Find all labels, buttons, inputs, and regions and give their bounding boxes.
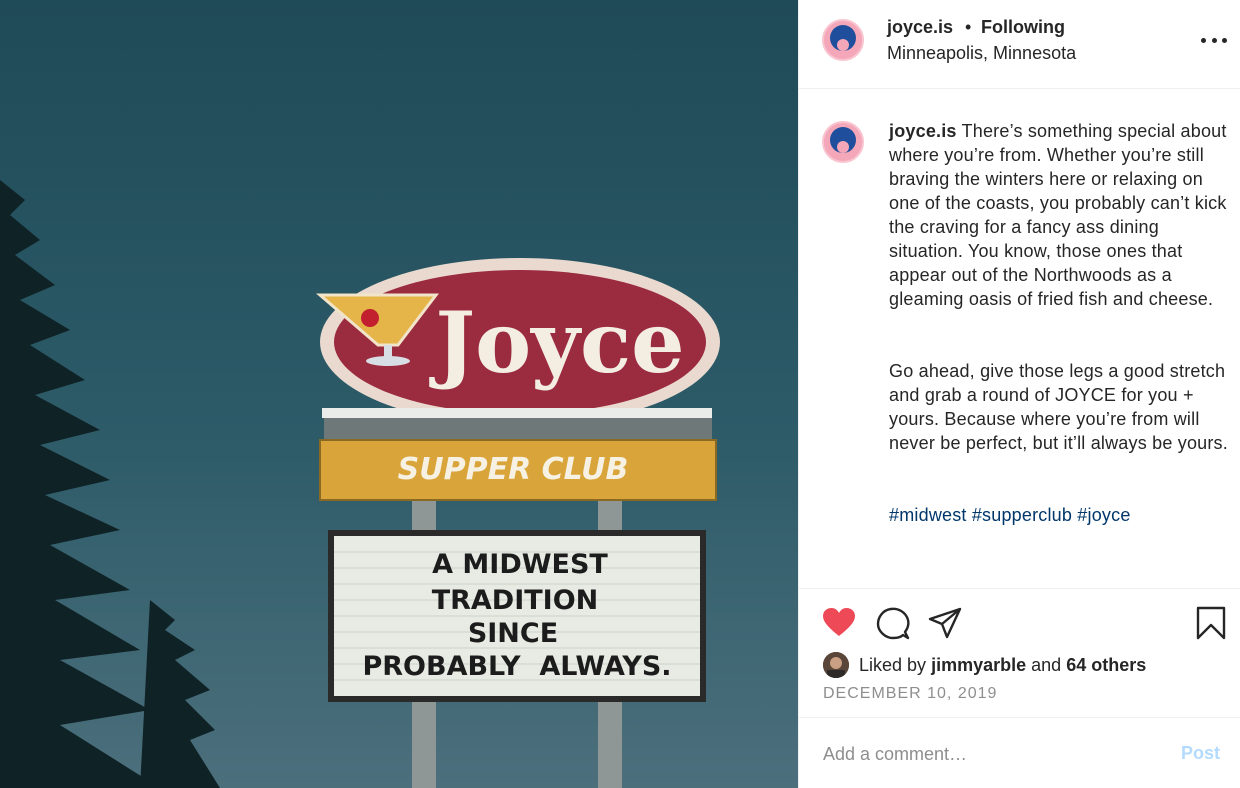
sign-sub-text: SUPPER CLUB [398, 452, 629, 487]
supper-club-sign-image: Joyce SUPPER CLUB A MIDWEST TRADITION SI… [0, 0, 798, 788]
liked-by-user[interactable]: jimmyarble [931, 655, 1026, 676]
afro-logo-icon [830, 25, 856, 51]
likes-count[interactable]: 64 others [1066, 655, 1146, 676]
liker-avatar[interactable] [823, 652, 849, 678]
post-comment-button[interactable]: Post [1181, 743, 1220, 764]
caption-paragraph-1: There’s something special about where yo… [889, 121, 1227, 309]
post-actions: Liked by jimmyarble and 64 others DECEMB… [799, 588, 1240, 718]
post-side-panel: joyce.is • Following Minneapolis, Minnes… [798, 0, 1240, 788]
add-comment-box: Post [799, 719, 1240, 788]
comment-icon[interactable] [875, 605, 911, 641]
liked-by-and: and [1031, 654, 1062, 675]
more-options-icon[interactable] [1201, 30, 1227, 50]
marquee-line-3: SINCE [468, 618, 558, 649]
sign-name-text: Joyce [428, 293, 684, 392]
following-button[interactable]: Following [981, 17, 1065, 38]
afro-logo-icon [830, 127, 856, 153]
share-icon[interactable] [927, 605, 963, 641]
header-username[interactable]: joyce.is [887, 17, 953, 38]
caption-username[interactable]: joyce.is [889, 121, 957, 141]
caption-avatar[interactable] [822, 121, 864, 163]
post-photo[interactable]: Joyce SUPPER CLUB A MIDWEST TRADITION SI… [0, 0, 798, 788]
marquee-line-1: A MIDWEST [432, 549, 608, 580]
post-header: joyce.is • Following Minneapolis, Minnes… [799, 0, 1240, 89]
marquee-line-2: TRADITION [432, 585, 599, 616]
heart-icon[interactable] [821, 605, 857, 641]
post-date[interactable]: DECEMBER 10, 2019 [823, 685, 997, 703]
liked-by-prefix: Liked by [859, 654, 927, 675]
comments-section[interactable]: joyce.is There’s something special about… [799, 90, 1240, 588]
caption-hashtags[interactable]: #midwest #supperclub #joyce [889, 503, 1229, 527]
header-separator: • [965, 17, 972, 37]
comment-input[interactable] [823, 739, 1163, 769]
caption-paragraph-2: Go ahead, give those legs a good stretch… [889, 361, 1228, 453]
post-caption: joyce.is There’s something special about… [889, 119, 1229, 575]
bookmark-icon[interactable] [1193, 605, 1229, 641]
likes-summary[interactable]: Liked by jimmyarble and 64 others [823, 651, 1146, 679]
profile-avatar[interactable] [822, 19, 864, 61]
marquee-line-4: PROBABLY ALWAYS. [362, 651, 671, 682]
post-location[interactable]: Minneapolis, Minnesota [887, 43, 1076, 64]
